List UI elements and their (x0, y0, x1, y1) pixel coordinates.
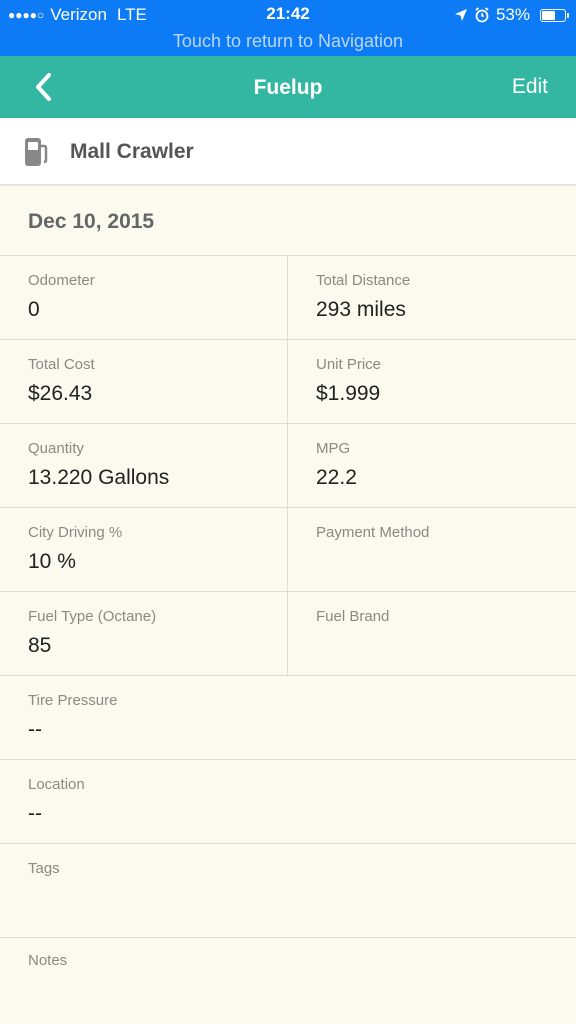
total-cost-cell: Total Cost $26.43 (0, 340, 288, 424)
date-row: Dec 10, 2015 (0, 188, 576, 256)
battery-icon (540, 8, 569, 22)
unit-price-cell: Unit Price $1.999 (288, 340, 576, 424)
fuel-type-cell: Fuel Type (Octane) 85 (0, 592, 288, 676)
location-label: Location (28, 776, 85, 793)
unit-price-value: $1.999 (316, 382, 381, 405)
fuel-brand-cell: Fuel Brand (288, 592, 576, 676)
tire-pressure-label: Tire Pressure (28, 692, 118, 709)
odometer-cell: Odometer 0 (0, 256, 288, 340)
quantity-value: 13.220 Gallons (28, 466, 170, 489)
total-cost-label: Total Cost (28, 356, 95, 373)
fuel-brand-label: Fuel Brand (316, 608, 390, 625)
alarm-icon (475, 7, 489, 23)
fuel-type-value: 85 (28, 634, 52, 657)
fuelup-date: Dec 10, 2015 (28, 210, 155, 233)
total-cost-value: $26.43 (28, 382, 93, 405)
location-arrow-icon (454, 9, 467, 21)
odometer-label: Odometer (28, 272, 95, 289)
mpg-value: 22.2 (316, 466, 357, 489)
mpg-cell: MPG 22.2 (288, 424, 576, 508)
battery-level (542, 10, 555, 20)
fuel-type-label: Fuel Type (Octane) (28, 608, 157, 625)
unit-price-label: Unit Price (316, 356, 382, 373)
tags-label: Tags (28, 860, 60, 877)
status-bar: ●●●●○ Verizon LTE 21:42 53% Touch to ret… (0, 0, 576, 56)
total-distance-cell: Total Distance 293 miles (288, 256, 576, 340)
navigation-bar: Fuelup Edit (0, 56, 576, 118)
tire-pressure-value: -- (28, 718, 42, 741)
payment-method-label: Payment Method (316, 524, 430, 541)
battery-percent: 53% (495, 5, 530, 24)
vehicle-row: Mall Crawler (0, 118, 576, 186)
mpg-label: MPG (316, 440, 351, 457)
return-to-navigation-banner[interactable]: Touch to return to Navigation (0, 31, 576, 52)
payment-method-cell: Payment Method (288, 508, 576, 592)
quantity-label: Quantity (28, 440, 84, 457)
quantity-cell: Quantity 13.220 Gallons (0, 424, 288, 508)
city-driving-label: City Driving % (28, 524, 123, 541)
status-bar-right: 53% (454, 5, 569, 25)
total-distance-value: 293 miles (316, 298, 406, 321)
notes-cell: Notes (0, 938, 576, 1024)
vehicle-name: Mall Crawler (70, 140, 194, 163)
tire-pressure-cell: Tire Pressure -- (0, 676, 576, 760)
odometer-value: 0 (28, 298, 40, 321)
city-driving-value: 10 % (28, 550, 76, 573)
edit-button[interactable]: Edit (512, 75, 548, 99)
page-title: Fuelup (253, 76, 323, 99)
tags-cell: Tags (0, 844, 576, 938)
location-value: -- (28, 802, 42, 825)
location-cell: Location -- (0, 760, 576, 844)
fuel-pump-icon (25, 138, 48, 166)
notes-label: Notes (28, 952, 68, 969)
total-distance-label: Total Distance (316, 272, 411, 289)
city-driving-cell: City Driving % 10 % (0, 508, 288, 592)
